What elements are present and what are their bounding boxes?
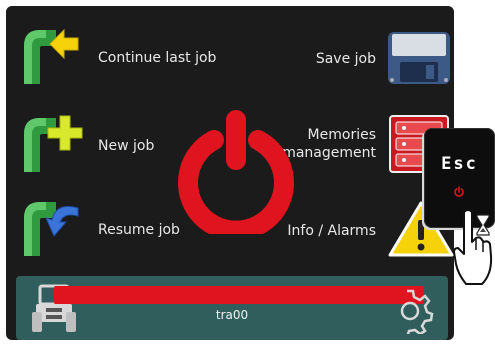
main-screen: Continue last job New job Resume job Sav… — [6, 6, 454, 340]
job-progress-bar — [54, 286, 424, 304]
save-job-button[interactable]: Save job — [306, 24, 454, 88]
continue-last-job-label: Continue last job — [98, 50, 217, 66]
job-progress-fill — [54, 286, 424, 304]
continue-arrow-icon — [20, 24, 84, 86]
memories-management-label: Memories management — [282, 126, 376, 162]
new-plus-icon — [20, 112, 84, 174]
memories-label-line2: management — [282, 145, 376, 161]
floppy-disk-icon — [386, 30, 452, 86]
hand-pointer-icon — [452, 208, 494, 292]
new-job-label: New job — [98, 138, 155, 154]
memories-label-line1: Memories — [307, 127, 376, 143]
info-alarms-label: Info / Alarms — [287, 223, 376, 239]
resume-arrow-icon — [20, 196, 84, 258]
resume-job-label: Resume job — [98, 222, 180, 238]
esc-key-label: Esc — [441, 154, 478, 174]
save-job-label: Save job — [315, 51, 376, 67]
job-name: tra00 — [215, 308, 249, 322]
gear-icon[interactable] — [386, 288, 434, 334]
status-bar: tra00 — [16, 276, 448, 340]
esc-power-icon — [453, 186, 465, 198]
power-icon[interactable] — [176, 106, 296, 241]
